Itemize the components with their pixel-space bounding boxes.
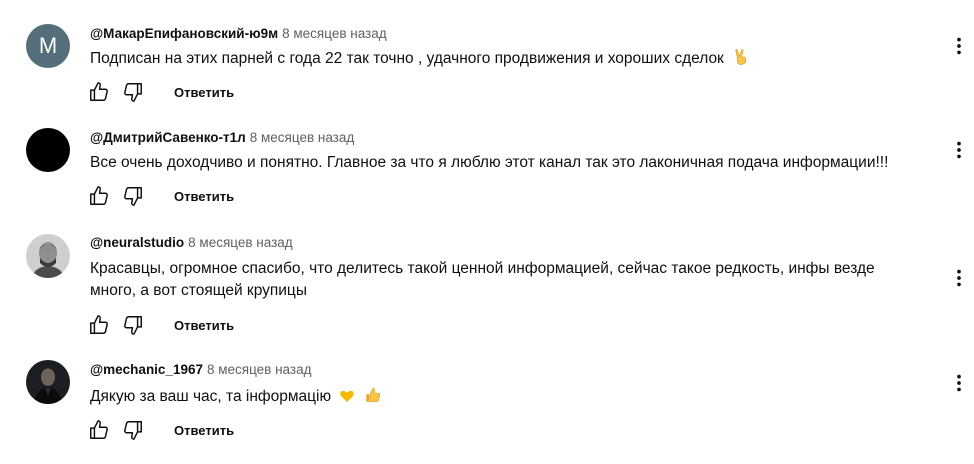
yellow-heart-emoji-icon bbox=[339, 388, 355, 411]
reply-button[interactable]: Ответить bbox=[174, 423, 234, 438]
thumbs-up-emoji-icon bbox=[364, 386, 382, 411]
thumb-up-icon bbox=[88, 419, 110, 441]
more-vert-icon bbox=[948, 372, 970, 394]
dislike-button[interactable] bbox=[122, 419, 144, 441]
comment-actions: Ответить bbox=[88, 418, 234, 442]
comment-header: @mechanic_1967 8 месяцев назад bbox=[90, 362, 312, 377]
comment-time[interactable]: 8 месяцев назад bbox=[207, 362, 312, 377]
thumb-down-icon bbox=[122, 419, 144, 441]
like-button[interactable] bbox=[88, 419, 110, 441]
comment-author[interactable]: @mechanic_1967 bbox=[90, 362, 203, 377]
comment-text-body: Дякую за ваш час, та інформацію bbox=[90, 388, 332, 405]
comment-thread: @mechanic_1967 8 месяцев назад Дякую за в… bbox=[0, 0, 974, 460]
comment-menu-button[interactable] bbox=[948, 371, 970, 395]
avatar[interactable] bbox=[26, 360, 70, 404]
comment-text: Дякую за ваш час, та інформацію bbox=[90, 386, 930, 411]
avatar-photo bbox=[26, 360, 70, 404]
